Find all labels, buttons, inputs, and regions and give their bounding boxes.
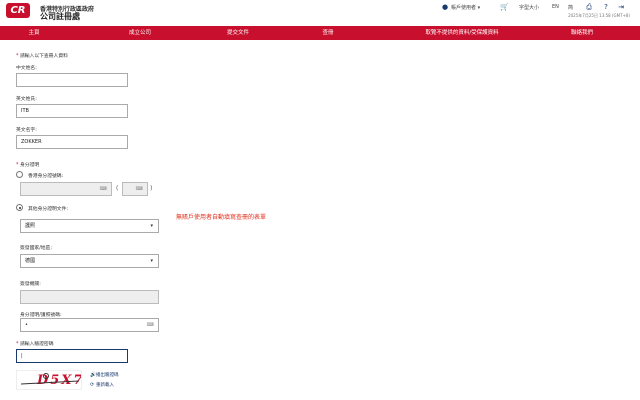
keyboard-icon: ⌨ bbox=[99, 186, 107, 192]
hkid-option-label: 香港身分證號碼: bbox=[28, 174, 64, 179]
chevron-down-icon: ▾ bbox=[150, 258, 153, 264]
captcha-title: * 請輸入驗證密碼 bbox=[16, 342, 54, 347]
english-given-label: 英文名字: bbox=[16, 128, 37, 133]
nav-incorporate[interactable]: 成立公司 bbox=[129, 26, 151, 40]
issuing-country-label: 簽發國家/地區: bbox=[20, 246, 53, 251]
issuing-authority-label: 簽發機關: bbox=[20, 282, 41, 287]
print-icon[interactable]: ⎙ bbox=[585, 3, 593, 11]
section-title: * 請輸入以下查冊人資料 bbox=[16, 54, 68, 59]
english-surname-input[interactable]: ITB bbox=[16, 104, 128, 118]
chinese-name-label: 中文姓名: bbox=[16, 66, 37, 71]
issuing-country-select[interactable]: 德國 ▾ bbox=[20, 254, 159, 268]
user-menu[interactable]: 帳戶使用者 ▾ bbox=[451, 4, 480, 11]
keyboard-icon: ⌨ bbox=[135, 186, 143, 192]
site-header: CR 香港特別行政區政府 公司註冊處 ● 帳戶使用者 ▾ 🛒 字型大小 EN 简… bbox=[0, 0, 640, 26]
id-number-value: • bbox=[25, 322, 28, 328]
issuing-authority-input[interactable] bbox=[20, 290, 159, 304]
cart-icon[interactable]: 🛒 bbox=[500, 3, 509, 11]
font-size-control[interactable]: 字型大小 bbox=[519, 4, 539, 11]
user-icon: ● bbox=[441, 3, 449, 11]
id-number-label: 身分證明/護照號碼: bbox=[20, 313, 62, 318]
nav-submit-docs[interactable]: 提交文件 bbox=[227, 26, 249, 40]
nav-home[interactable]: 主頁 bbox=[28, 26, 39, 40]
nav-contact[interactable]: 聯絡我們 bbox=[571, 26, 593, 40]
captcha-listen-button[interactable]: 🔊播出驗證碼 bbox=[90, 372, 119, 378]
chevron-down-icon: ▾ bbox=[150, 223, 153, 229]
nav-search[interactable]: 查冊 bbox=[322, 26, 333, 40]
other-id-option-label: 其他身分證明文件: bbox=[28, 207, 68, 212]
nav-protected-info[interactable]: 取覽不提供的資料/受保護資料 bbox=[425, 26, 498, 40]
paren-open: ( bbox=[116, 185, 119, 192]
captcha-refresh-button[interactable]: ⟳ 重新載入 bbox=[90, 382, 114, 388]
doc-type-value: 護照 bbox=[25, 223, 36, 229]
other-id-radio[interactable] bbox=[16, 204, 23, 211]
date-time: 2025年7月25日 13:58 (GMT+8) bbox=[568, 13, 630, 18]
captcha-noise-circle bbox=[43, 373, 49, 379]
paren-close: ) bbox=[150, 185, 153, 192]
doc-type-select[interactable]: 護照 ▾ bbox=[20, 219, 159, 233]
captcha-image: D5X7 bbox=[16, 370, 82, 390]
english-surname-label: 英文姓氏: bbox=[16, 97, 37, 102]
identity-title: * 身分證明 bbox=[16, 163, 40, 168]
id-number-input[interactable]: • ⌨ bbox=[20, 318, 159, 332]
hkid-input[interactable]: ⌨ bbox=[20, 182, 112, 196]
chinese-name-input[interactable] bbox=[16, 73, 128, 87]
logout-icon[interactable]: ⇥ bbox=[617, 3, 625, 11]
issuing-country-value: 德國 bbox=[25, 258, 36, 264]
captcha-input[interactable]: | bbox=[16, 349, 128, 363]
cr-logo[interactable]: CR bbox=[6, 3, 30, 18]
english-given-input[interactable]: ZOKKER bbox=[16, 135, 128, 149]
hkid-radio[interactable] bbox=[16, 171, 23, 178]
help-icon[interactable]: ? bbox=[602, 3, 610, 11]
lang-en-link[interactable]: EN bbox=[552, 4, 559, 10]
main-nav: 主頁 成立公司 提交文件 查冊 取覽不提供的資料/受保護資料 聯絡我們 bbox=[0, 26, 640, 40]
org-name-line2: 公司註冊處 bbox=[40, 12, 80, 21]
annotation-text: 無賬戶使用者自動填寫查冊的表單 bbox=[176, 214, 267, 221]
lang-sc-link[interactable]: 简 bbox=[568, 4, 573, 11]
hkid-check-digit-input[interactable]: ⌨ bbox=[122, 182, 148, 196]
keyboard-icon: ⌨ bbox=[146, 322, 154, 328]
